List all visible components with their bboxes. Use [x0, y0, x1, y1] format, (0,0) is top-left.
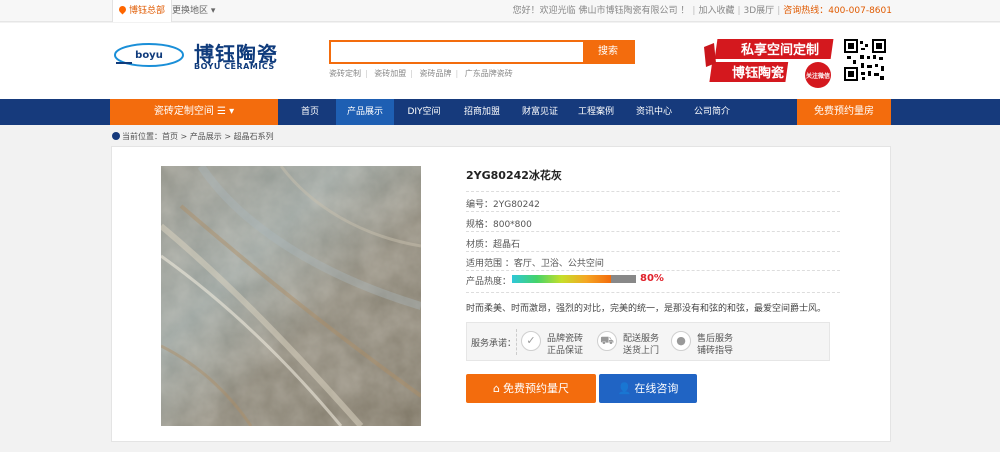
location-pin-icon	[117, 4, 128, 15]
search-box: 搜索	[329, 40, 635, 64]
top-bar-right: 您好！欢迎光临 佛山市博钰陶瓷有限公司 ！ | 加入收藏 | 3D展厅 | 咨询热线：400…	[512, 6, 892, 16]
hot-word-link[interactable]: 瓷砖加盟	[374, 69, 406, 78]
chat-icon: ●	[671, 331, 691, 351]
fist-icon	[704, 43, 716, 67]
brand-name-en: BOYU CERAMICS	[194, 62, 275, 71]
svg-text:私享空间定制: 私享空间定制	[741, 42, 819, 58]
house-icon: ⌂	[493, 382, 500, 395]
product-title: 2YG80242冰花灰	[466, 169, 562, 182]
hot-word-link[interactable]: 广东品牌瓷砖	[465, 69, 513, 78]
product-code: 编号：2YG80242	[466, 200, 540, 210]
product-panel: 2YG80242冰花灰 编号：2YG80242 规格：800*800 材质：超晶…	[111, 146, 891, 442]
user-icon: 👤	[617, 382, 632, 395]
book-measure-button[interactable]: 免费预约量房	[797, 99, 891, 125]
nav-item-about[interactable]: 公司简介	[684, 99, 740, 125]
nav-item-franchise[interactable]: 招商加盟	[454, 99, 510, 125]
svg-text:boyu: boyu	[135, 50, 163, 61]
nav-item-products[interactable]: 产品展示	[336, 99, 394, 125]
nav-item-wealth[interactable]: 财富见证	[512, 99, 568, 125]
service-promise: 服务承诺： ✓ 品牌瓷砖 正品保证 ⛟ 配送服务 送货上门 ● 售后服务 铺砖指…	[466, 322, 830, 361]
product-material: 材质：超晶石	[466, 240, 521, 250]
truck-icon: ⛟	[597, 331, 617, 351]
heat-bar-fill	[512, 275, 612, 283]
nav-item-home[interactable]: 首页	[288, 99, 332, 125]
product-image	[161, 166, 421, 426]
product-size: 规格：800*800	[466, 220, 532, 230]
top-bar: 博钰总部 更换地区 ▾ 您好！欢迎光临 佛山市博钰陶瓷有限公司 ！ | 加入收藏 | 3…	[0, 0, 1000, 22]
heat-bar	[512, 275, 636, 283]
service-label: 服务承诺：	[471, 339, 517, 349]
site-header: boyu 博钰陶瓷 BOYU CERAMICS 搜索 瓷砖定制 | 瓷砖加盟 | 瓷…	[0, 23, 1000, 99]
nav-item-cases[interactable]: 工程案例	[568, 99, 624, 125]
qr-code-icon	[843, 38, 887, 82]
heat-label: 产品热度：	[466, 277, 512, 287]
product-usage: 适用范围 ：客厅、卫浴、公共空间	[466, 259, 604, 269]
brand-logo[interactable]: boyu 博钰陶瓷 BOYU CERAMICS	[112, 38, 277, 72]
search-input[interactable]	[331, 42, 583, 62]
hot-word-link[interactable]: 瓷砖定制	[329, 69, 361, 78]
location-label: 博钰总部	[129, 6, 166, 16]
breadcrumb: 当前位置：首页 > 产品展示 > 超晶石系列	[112, 131, 274, 143]
nav-item-news[interactable]: 资讯中心	[626, 99, 682, 125]
svg-text:关注微信: 关注微信	[806, 72, 830, 80]
nav-item-diy[interactable]: DIY空间	[398, 99, 450, 125]
hotline-text: 咨询热线：400-007-8601	[783, 6, 892, 16]
breadcrumb-path[interactable]: 首页 > 产品展示 > 超晶石系列	[162, 132, 274, 141]
category-menu-button[interactable]: 瓷砖定制空间 ☰ ▾	[110, 99, 278, 125]
hot-word-link[interactable]: 瓷砖品牌	[420, 69, 452, 78]
svg-text:博钰陶瓷: 博钰陶瓷	[732, 65, 784, 81]
check-icon: ✓	[521, 331, 541, 351]
hot-search-words: 瓷砖定制 | 瓷砖加盟 | 瓷砖品牌 | 广东品牌瓷砖	[329, 69, 513, 78]
welcome-text: 您好！欢迎光临 佛山市博钰陶瓷有限公司 ！	[512, 6, 690, 16]
promo-banner[interactable]: 私享空间定制 博钰陶瓷 关注微信	[702, 35, 834, 89]
boyu-logo-icon: boyu	[114, 43, 184, 67]
free-measure-button[interactable]: ⌂ 免费预约量尺	[466, 374, 596, 403]
product-description: 时而柔美、时而激昂，强烈的对比，完美的统一，是那没有和弦的和弦，最爱空间爵士风。	[466, 304, 827, 314]
breadcrumb-label: 当前位置：	[122, 132, 162, 141]
search-button[interactable]: 搜索	[583, 42, 633, 62]
location-selector[interactable]: 博钰总部	[112, 0, 173, 22]
add-favorite-link[interactable]: 加入收藏	[698, 6, 734, 16]
showroom-3d-link[interactable]: 3D展厅	[744, 6, 775, 16]
home-icon	[112, 132, 120, 140]
main-nav: 瓷砖定制空间 ☰ ▾ 首页 产品展示 DIY空间 招商加盟 财富见证 工程案例 …	[0, 99, 1000, 125]
online-consult-button[interactable]: 👤 在线咨询	[599, 374, 697, 403]
switch-region-link[interactable]: 更换地区 ▾	[172, 0, 215, 22]
heat-value: 80%	[640, 273, 664, 284]
